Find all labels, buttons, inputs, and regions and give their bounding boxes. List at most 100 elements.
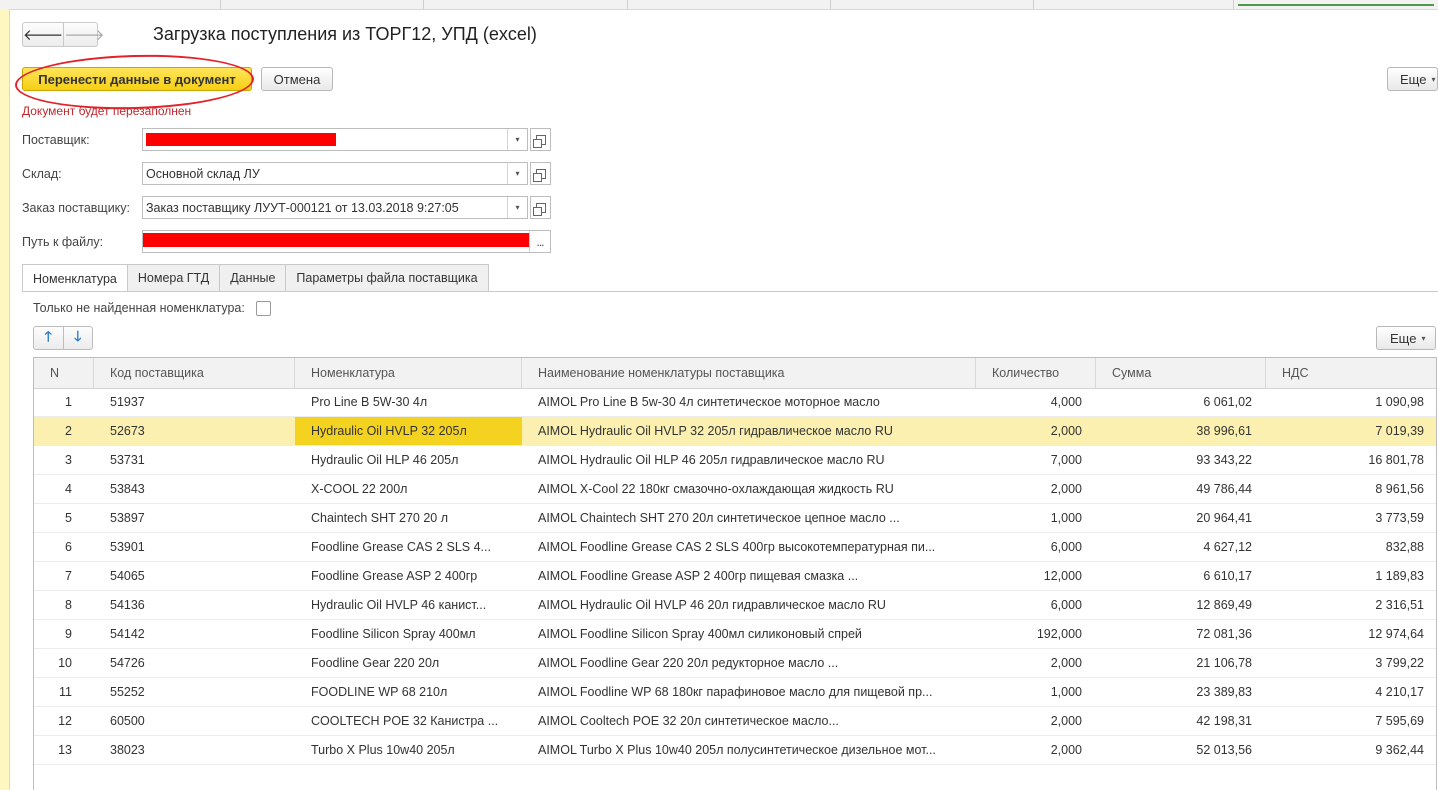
supplier-code-cell[interactable]: 54142 (94, 620, 295, 648)
vat-cell[interactable]: 9 362,44 (1266, 736, 1436, 764)
only-unfound-checkbox[interactable] (256, 301, 271, 316)
table-row[interactable]: 11 55252 FOODLINE WP 68 210л AIMOL Foodline… (34, 678, 1436, 707)
tab-supplier-file-params[interactable]: Параметры файла поставщика (285, 264, 489, 291)
column-header[interactable]: Количество (976, 358, 1096, 388)
nomenclature-cell[interactable]: Foodline Grease ASP 2 400гр (295, 562, 522, 590)
table-row[interactable]: 9 54142 Foodline Silicon Spray 400мл AIMOL … (34, 620, 1436, 649)
nomenclature-cell[interactable]: Foodline Silicon Spray 400мл (295, 620, 522, 648)
move-down-button[interactable]: 🡓 (62, 327, 93, 349)
row-number[interactable]: 6 (34, 533, 86, 561)
supplier-name-cell[interactable]: AIMOL Foodline Gear 220 20л редукторное … (522, 649, 976, 677)
quantity-cell[interactable]: 2,000 (976, 707, 1096, 735)
sum-cell[interactable]: 6 610,17 (1096, 562, 1266, 590)
table-row[interactable]: 12 60500 COOLTECH POE 32 Канистра ... AIMOL… (34, 707, 1436, 736)
quantity-cell[interactable]: 6,000 (976, 533, 1096, 561)
cancel-button[interactable]: Отмена (261, 67, 333, 91)
supplier-name-cell[interactable]: AIMOL Turbo X Plus 10w40 205л полусинтет… (522, 736, 976, 764)
vat-cell[interactable]: 3 773,59 (1266, 504, 1436, 532)
table-row[interactable]: 13 38023 Turbo X Plus 10w40 205л AIMOL Turb… (34, 736, 1436, 765)
warehouse-field[interactable]: Основной склад ЛУ ▾ (142, 162, 528, 185)
table-more-button[interactable]: Еще ▾ (1376, 326, 1436, 350)
row-number[interactable]: 2 (34, 417, 86, 445)
quantity-cell[interactable]: 1,000 (976, 678, 1096, 706)
supplier-code-cell[interactable]: 53897 (94, 504, 295, 532)
quantity-cell[interactable]: 2,000 (976, 649, 1096, 677)
top-tab[interactable] (830, 0, 1034, 9)
table-row[interactable]: 4 53843 X-COOL 22 200л AIMOL X-Cool 22 180к… (34, 475, 1436, 504)
table-row[interactable]: 6 53901 Foodline Grease CAS 2 SLS 4... AIMO… (34, 533, 1436, 562)
quantity-cell[interactable]: 2,000 (976, 736, 1096, 764)
browse-file-button[interactable]: ... (529, 231, 550, 252)
transfer-to-document-button[interactable]: Перенести данные в документ (22, 67, 252, 91)
row-number[interactable]: 10 (34, 649, 86, 677)
vat-cell[interactable]: 1 189,83 (1266, 562, 1436, 590)
order-field[interactable]: Заказ поставщику ЛУУТ-000121 от 13.03.20… (142, 196, 528, 219)
nomenclature-cell[interactable]: Pro Line B 5W-30 4л (295, 388, 522, 416)
column-header[interactable]: Код поставщика (94, 358, 295, 388)
sum-cell[interactable]: 42 198,31 (1096, 707, 1266, 735)
sum-cell[interactable]: 21 106,78 (1096, 649, 1266, 677)
vat-cell[interactable]: 4 210,17 (1266, 678, 1436, 706)
tab-gtd-numbers[interactable]: Номера ГТД (126, 264, 221, 291)
quantity-cell[interactable]: 12,000 (976, 562, 1096, 590)
top-tab[interactable] (0, 0, 221, 9)
supplier-code-cell[interactable]: 53731 (94, 446, 295, 474)
nomenclature-cell[interactable]: COOLTECH POE 32 Канистра ... (295, 707, 522, 735)
tab-data[interactable]: Данные (219, 264, 287, 291)
supplier-code-cell[interactable]: 54726 (94, 649, 295, 677)
vat-cell[interactable]: 8 961,56 (1266, 475, 1436, 503)
sum-cell[interactable]: 4 627,12 (1096, 533, 1266, 561)
top-tab[interactable] (627, 0, 831, 9)
supplier-code-cell[interactable]: 54065 (94, 562, 295, 590)
table-row[interactable]: 7 54065 Foodline Grease ASP 2 400гр AIMOL F… (34, 562, 1436, 591)
supplier-name-cell[interactable]: AIMOL Foodline WP 68 180кг парафиновое м… (522, 678, 976, 706)
vat-cell[interactable]: 16 801,78 (1266, 446, 1436, 474)
nomenclature-cell[interactable]: Chaintech SHT 270 20 л (295, 504, 522, 532)
nomenclature-cell[interactable]: FOODLINE WP 68 210л (295, 678, 522, 706)
column-header[interactable]: Наименование номенклатуры поставщика (522, 358, 976, 388)
vat-cell[interactable]: 7 019,39 (1266, 417, 1436, 445)
quantity-cell[interactable]: 4,000 (976, 388, 1096, 416)
supplier-code-cell[interactable]: 52673 (94, 417, 295, 445)
order-open-button[interactable] (530, 196, 551, 219)
supplier-field[interactable]: ▾ (142, 128, 528, 151)
column-header[interactable]: НДС (1266, 358, 1436, 388)
supplier-name-cell[interactable]: AIMOL X-Cool 22 180кг смазочно-охлаждающ… (522, 475, 976, 503)
row-number[interactable]: 1 (34, 388, 86, 416)
supplier-code-cell[interactable]: 60500 (94, 707, 295, 735)
column-header[interactable]: Сумма (1096, 358, 1266, 388)
row-number[interactable]: 8 (34, 591, 86, 619)
row-number[interactable]: 11 (34, 678, 86, 706)
supplier-name-cell[interactable]: AIMOL Chaintech SHT 270 20л синтетическо… (522, 504, 976, 532)
supplier-code-cell[interactable]: 38023 (94, 736, 295, 764)
row-number[interactable]: 7 (34, 562, 86, 590)
nomenclature-cell[interactable]: Foodline Grease CAS 2 SLS 4... (295, 533, 522, 561)
sum-cell[interactable]: 38 996,61 (1096, 417, 1266, 445)
more-menu-button[interactable]: Еще ▾ (1387, 67, 1438, 91)
sum-cell[interactable]: 23 389,83 (1096, 678, 1266, 706)
supplier-code-cell[interactable]: 54136 (94, 591, 295, 619)
vat-cell[interactable]: 1 090,98 (1266, 388, 1436, 416)
row-number[interactable]: 4 (34, 475, 86, 503)
supplier-code-cell[interactable]: 55252 (94, 678, 295, 706)
table-row[interactable]: 2 52673 Hydraulic Oil HVLP 32 205л AIMOL Hy… (34, 417, 1436, 446)
warehouse-open-button[interactable] (530, 162, 551, 185)
supplier-code-cell[interactable]: 53843 (94, 475, 295, 503)
supplier-code-cell[interactable]: 51937 (94, 388, 295, 416)
supplier-name-cell[interactable]: AIMOL Foodline Grease ASP 2 400гр пищева… (522, 562, 976, 590)
top-tab[interactable] (1033, 0, 1234, 9)
table-row[interactable]: 1 51937 Pro Line B 5W-30 4л AIMOL Pro Line … (34, 388, 1436, 417)
column-header[interactable]: N (34, 358, 94, 388)
vat-cell[interactable]: 12 974,64 (1266, 620, 1436, 648)
table-row[interactable]: 5 53897 Chaintech SHT 270 20 л AIMOL Chaint… (34, 504, 1436, 533)
supplier-dropdown-button[interactable]: ▾ (507, 129, 527, 150)
vat-cell[interactable]: 2 316,51 (1266, 591, 1436, 619)
tab-nomenclature[interactable]: Номенклатура (22, 264, 128, 292)
vat-cell[interactable]: 3 799,22 (1266, 649, 1436, 677)
sum-cell[interactable]: 49 786,44 (1096, 475, 1266, 503)
supplier-name-cell[interactable]: AIMOL Pro Line B 5w-30 4л синтетическое … (522, 388, 976, 416)
nomenclature-cell[interactable]: Hydraulic Oil HLP 46 205л (295, 446, 522, 474)
column-header[interactable]: Номенклатура (295, 358, 522, 388)
row-number[interactable]: 12 (34, 707, 86, 735)
quantity-cell[interactable]: 6,000 (976, 591, 1096, 619)
